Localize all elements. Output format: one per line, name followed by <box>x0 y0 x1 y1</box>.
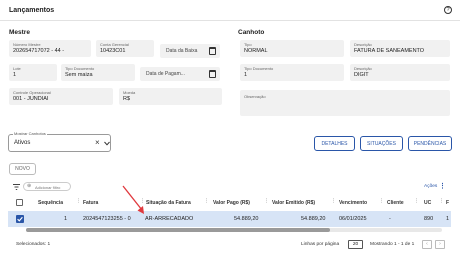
field-label: Tipo <box>244 42 252 47</box>
cell-valor-emitido: 54.889,20 <box>301 216 326 222</box>
moeda-field[interactable]: Moeda R$ <box>119 88 222 105</box>
pendencias-button[interactable]: PENDÊNCIAS <box>408 136 452 151</box>
table-row[interactable]: 1 2024547123255 - 0 AR-ARRECADADO 54.889… <box>8 211 451 227</box>
col-sequencia[interactable]: Sequência <box>38 200 63 206</box>
select-all-checkbox[interactable] <box>16 199 23 206</box>
field-label: Observação <box>244 94 266 99</box>
col-uc[interactable]: UC <box>424 200 431 206</box>
annotation-arrow-icon <box>122 185 144 214</box>
field-label: Controle Operacional <box>13 90 51 95</box>
col-fatura[interactable]: Fatura <box>83 200 98 206</box>
col-vencimento[interactable]: Vencimento <box>339 200 367 206</box>
lote-field[interactable]: Lote 1 <box>9 64 57 81</box>
detalhes-button[interactable]: DETALHES <box>314 136 355 151</box>
field-label: Descrição <box>354 66 372 71</box>
plus-icon: ⊕ <box>27 183 32 189</box>
conta-gerencial-field[interactable]: Conta Gerencial 10423C01 <box>96 40 154 57</box>
field-value: R$ <box>123 96 131 102</box>
acoes-label[interactable]: Ações <box>424 184 437 189</box>
add-filter-chip[interactable]: ⊕ Adicionar filtro <box>23 182 71 191</box>
field-value: 001 - JUNDIAI <box>13 96 49 102</box>
chevron-right-icon: › <box>439 241 441 247</box>
field-label: Lote <box>13 66 21 71</box>
column-divider: ⋮ <box>76 198 81 204</box>
cell-sequencia: 1 <box>64 216 68 222</box>
header-divider <box>0 20 460 21</box>
selecionados-count: Selecionados: 1 <box>16 242 51 247</box>
field-value: 202654717072 - 44 - <box>13 48 65 54</box>
data-baixa-field[interactable]: Data da Baixa <box>160 44 220 58</box>
calendar-icon[interactable] <box>209 70 216 78</box>
field-value: FATURA DE SANEAMENTO <box>354 48 425 54</box>
cell-uc: 890 <box>424 216 434 222</box>
cell-cliente: - <box>389 216 391 222</box>
cell-vencimento: 06/01/2025 <box>339 216 367 222</box>
field-value: DIGIT <box>354 72 369 78</box>
field-label: Tipo Documento <box>244 66 274 71</box>
situacoes-button[interactable]: SITUAÇÕES <box>360 136 403 151</box>
cell-extra: 1 <box>446 216 450 222</box>
field-value: 1 <box>244 72 248 78</box>
canhoto-tipo-documento-field[interactable]: Tipo Documento 1 <box>240 64 344 81</box>
observacao-field[interactable]: Observação <box>240 90 450 116</box>
field-placeholder: Data de Pagam... <box>146 71 185 77</box>
mestre-section-title: Mestre <box>9 29 30 36</box>
field-label: Moeda <box>123 90 136 95</box>
linhas-por-pagina-label: Linhas por página <box>301 242 340 247</box>
cell-valor-pago: 54.889,20 <box>234 216 259 222</box>
col-extra[interactable]: F <box>446 200 449 206</box>
calendar-icon[interactable] <box>209 47 216 55</box>
field-value: 1 <box>13 72 17 78</box>
linhas-por-pagina-select[interactable]: 20 <box>348 240 363 249</box>
numero-mestre-field[interactable]: Número Mestre 202654717072 - 44 - <box>9 40 91 57</box>
mostrar-canhotos-select[interactable]: Mostrar Canhotos Ativos × <box>8 131 111 152</box>
column-divider: ⋮ <box>379 198 384 204</box>
controle-operacional-field[interactable]: Controle Operacional 001 - JUNDIAI <box>9 88 113 105</box>
canhoto-tipo-field[interactable]: Tipo NORMAL <box>240 40 344 57</box>
field-value: NORMAL <box>244 48 268 54</box>
page-title: Lançamentos <box>9 7 55 14</box>
col-cliente[interactable]: Cliente <box>387 200 404 206</box>
col-valor-pago[interactable]: Valor Pago (R$) <box>213 200 250 206</box>
column-divider: ⋮ <box>264 198 269 204</box>
column-divider: ⋮ <box>331 198 336 204</box>
tipo-documento-field[interactable]: Tipo Documento Sem maiza <box>61 64 135 81</box>
column-divider: ⋮ <box>414 198 419 204</box>
prev-page-button[interactable]: ‹ <box>422 240 432 249</box>
field-value: Sem maiza <box>65 72 93 78</box>
table-header: Sequência ⋮ Fatura ⋮ Situação da Fatura … <box>8 197 451 211</box>
field-placeholder: Data da Baixa <box>166 48 198 54</box>
col-situacao[interactable]: Situação da Fatura <box>146 200 191 206</box>
select-value: Ativos <box>14 140 31 146</box>
more-vertical-icon[interactable]: ⋮ <box>439 182 446 190</box>
col-valor-emitido[interactable]: Valor Emitido (R$) <box>272 200 315 206</box>
canhoto-section-title: Canhoto <box>238 29 265 36</box>
field-label: Descrição <box>354 42 372 47</box>
pagination-info: Mostrando 1 - 1 de 1 <box>370 242 415 247</box>
data-pagamento-field[interactable]: Data de Pagam... <box>140 67 220 81</box>
chevron-down-icon[interactable] <box>104 141 110 146</box>
field-value: 10423C01 <box>100 48 126 54</box>
canhoto-descricao2-field[interactable]: Descrição DIGIT <box>350 64 450 81</box>
canhoto-descricao-field[interactable]: Descrição FATURA DE SANEAMENTO <box>350 40 450 57</box>
row-checkbox[interactable] <box>16 215 24 223</box>
horizontal-scrollbar-thumb[interactable] <box>26 228 330 232</box>
novo-button[interactable]: NOVO <box>9 163 36 175</box>
column-divider: ⋮ <box>204 198 209 204</box>
filter-list-icon[interactable] <box>13 184 20 190</box>
help-icon[interactable]: ? <box>444 6 452 14</box>
field-label: Tipo Documento <box>65 66 95 71</box>
select-label: Mostrar Canhotos <box>13 131 47 136</box>
next-page-button[interactable]: › <box>435 240 445 249</box>
check-icon <box>17 216 23 222</box>
field-label: Número Mestre <box>13 42 41 47</box>
add-filter-label: Adicionar filtro <box>35 184 61 190</box>
column-divider: ⋮ <box>439 198 444 204</box>
clear-icon[interactable]: × <box>95 138 100 147</box>
chevron-left-icon: ‹ <box>426 241 428 247</box>
cell-situacao: AR-ARRECADADO <box>145 216 194 222</box>
field-label: Conta Gerencial <box>100 42 129 47</box>
